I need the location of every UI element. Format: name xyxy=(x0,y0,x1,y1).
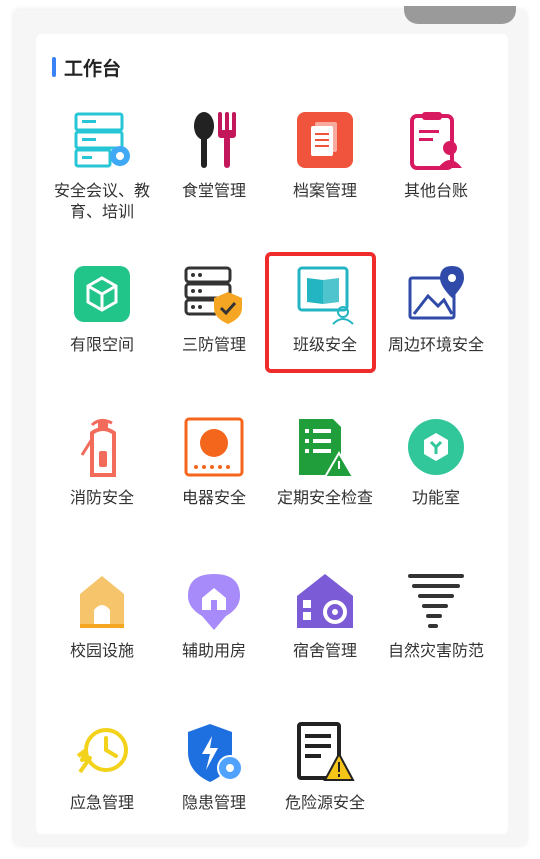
tile-regular-inspection[interactable]: 定期安全检查 xyxy=(269,415,381,508)
tile-label: 有限空间 xyxy=(69,335,134,354)
tile-label: 档案管理 xyxy=(292,181,357,200)
tile-electrical-safety[interactable]: 电器安全 xyxy=(158,415,270,508)
tornado-icon xyxy=(408,574,464,628)
tile-campus-facilities[interactable]: 校园设施 xyxy=(46,568,158,661)
spoon-fork-icon xyxy=(194,112,236,168)
tile-label: 校园设施 xyxy=(69,641,134,660)
tile-confined-space[interactable]: 有限空间 xyxy=(46,262,158,355)
school-gate-icon xyxy=(80,576,124,628)
house-pin-icon xyxy=(188,574,240,630)
tile-label: 隐患管理 xyxy=(181,793,246,812)
hexagon-function-icon xyxy=(408,419,464,475)
tile-archive[interactable]: 档案管理 xyxy=(269,108,381,201)
checklist-warning-icon xyxy=(299,419,355,478)
cube-icon xyxy=(74,266,130,322)
tile-hazard-source[interactable]: 危险源安全 xyxy=(269,720,381,813)
stove-appliance-icon xyxy=(184,417,244,477)
tile-label: 自然灾害防范 xyxy=(387,641,484,660)
tile-label: 安全会议、教育、培训 xyxy=(53,181,150,221)
tile-fire-safety[interactable]: 消防安全 xyxy=(46,415,158,508)
tile-label: 三防管理 xyxy=(181,335,246,354)
tile-label: 周边环境安全 xyxy=(387,335,484,354)
top-handle xyxy=(404,6,516,24)
dorm-gear-icon xyxy=(297,574,353,628)
fire-extinguisher-icon xyxy=(80,418,116,477)
tile-label: 功能室 xyxy=(411,488,460,507)
tile-label: 食堂管理 xyxy=(181,181,246,200)
tile-three-defense[interactable]: 三防管理 xyxy=(158,262,270,355)
tile-emergency[interactable]: 应急管理 xyxy=(46,720,158,813)
clock-alarm-icon xyxy=(76,728,128,774)
archive-document-icon xyxy=(297,112,353,168)
document-warning-icon xyxy=(297,722,355,781)
tile-surrounding-env[interactable]: 周边环境安全 xyxy=(380,262,492,355)
selection-highlight xyxy=(265,252,376,373)
server-gear-icon xyxy=(74,112,130,168)
tile-label: 消防安全 xyxy=(69,488,134,507)
tile-function-room[interactable]: 功能室 xyxy=(380,415,492,508)
server-shield-icon xyxy=(184,266,242,324)
tile-label: 宿舍管理 xyxy=(292,641,357,660)
tile-other-ledger[interactable]: 其他台账 xyxy=(380,108,492,201)
tile-dorm-management[interactable]: 宿舍管理 xyxy=(269,568,381,661)
tile-safety-meeting[interactable]: 安全会议、教育、培训 xyxy=(46,108,158,222)
tile-label: 应急管理 xyxy=(69,793,134,812)
section-title: 工作台 xyxy=(64,57,122,80)
tile-natural-disaster[interactable]: 自然灾害防范 xyxy=(380,568,492,661)
tile-label: 其他台账 xyxy=(403,181,468,200)
map-pin-icon xyxy=(408,266,464,320)
tile-auxiliary-rooms[interactable]: 辅助用房 xyxy=(158,568,270,661)
shield-bolt-gear-icon xyxy=(188,724,243,782)
section-accent-bar xyxy=(52,57,56,77)
clipboard-user-icon xyxy=(410,112,462,170)
tile-label: 电器安全 xyxy=(181,488,246,507)
tile-label: 辅助用房 xyxy=(181,641,246,660)
tile-canteen[interactable]: 食堂管理 xyxy=(158,108,270,201)
section-header: 工作台 xyxy=(52,55,122,80)
tile-label: 危险源安全 xyxy=(284,793,365,812)
tile-hazard-management[interactable]: 隐患管理 xyxy=(158,720,270,813)
tile-label: 定期安全检查 xyxy=(276,488,373,507)
